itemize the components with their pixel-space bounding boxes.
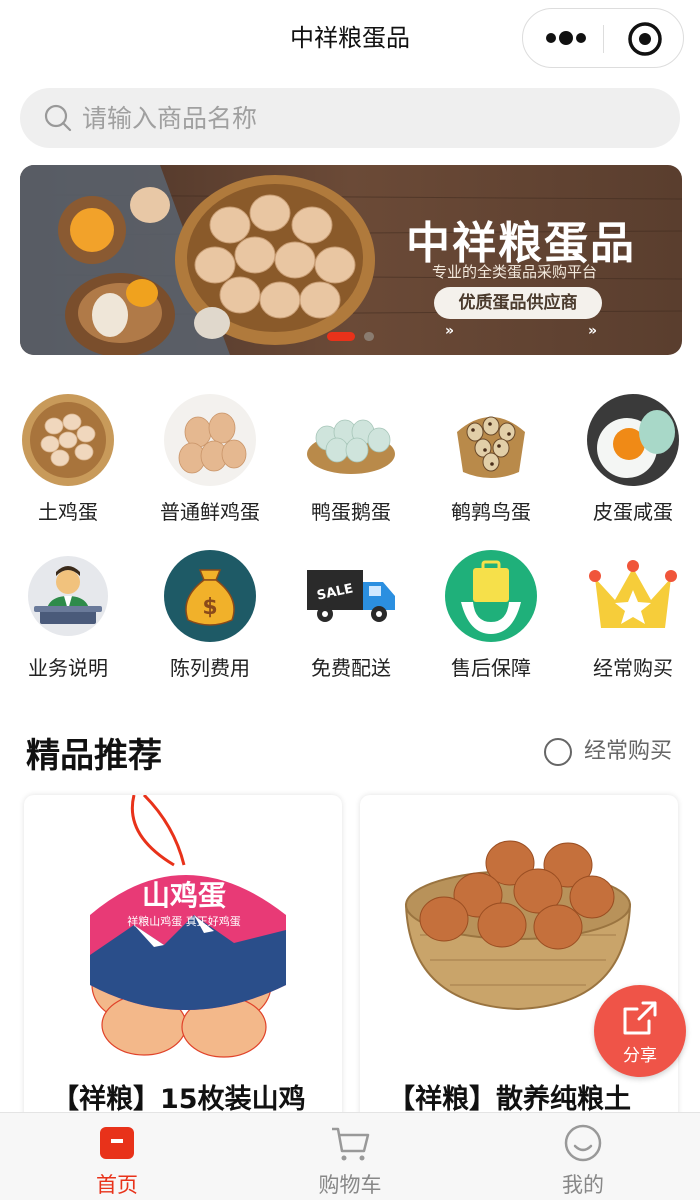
product-image: 山鸡蛋 祥粮山鸡蛋 真正好鸡蛋 (24, 795, 342, 1065)
category-label: 陈列费用 (170, 656, 250, 680)
mini-program-capsule (522, 8, 684, 68)
section-title: 精品推荐 (26, 736, 162, 776)
package-brand-text: 山鸡蛋 (142, 879, 226, 912)
category-quail-egg[interactable]: 鹌鹑鸟蛋 (421, 392, 561, 525)
duck-eggs-icon (303, 392, 399, 488)
package-sub-text: 祥粮山鸡蛋 真正好鸡蛋 (127, 914, 241, 928)
product-name: 【祥粮】散养纯粮土 (388, 1084, 631, 1115)
home-icon (97, 1123, 137, 1163)
delivery-truck-icon: SALE (303, 548, 399, 644)
cart-icon (330, 1123, 370, 1163)
close-target-icon[interactable] (625, 19, 665, 59)
tab-label: 我的 (562, 1173, 604, 1197)
category-label: 皮蛋咸蛋 (593, 500, 673, 524)
more-icon[interactable] (543, 23, 593, 53)
share-label: 分享 (623, 1046, 657, 1066)
nav-header: 中祥粮蛋品 (0, 0, 700, 80)
tab-me[interactable]: 我的 (466, 1113, 700, 1200)
category-label: 业务说明 (28, 656, 108, 680)
category-label: 鸭蛋鹅蛋 (311, 500, 391, 524)
category-duck-goose-egg[interactable]: 鸭蛋鹅蛋 (281, 392, 421, 525)
category-free-delivery[interactable]: SALE 免费配送 (281, 548, 421, 681)
product-card[interactable]: 山鸡蛋 祥粮山鸡蛋 真正好鸡蛋 【祥粮】15枚装山鸡 (24, 795, 342, 1125)
category-label: 鹌鹑鸟蛋 (451, 500, 531, 524)
category-fresh-egg[interactable]: 普通鲜鸡蛋 (140, 392, 280, 525)
tab-home[interactable]: 首页 (0, 1113, 234, 1200)
carousel-dot[interactable] (364, 332, 374, 341)
tab-cart[interactable]: 购物车 (233, 1113, 467, 1200)
category-label: 普通鲜鸡蛋 (160, 500, 260, 524)
radio-circle-icon[interactable] (544, 738, 572, 766)
capsule-divider (603, 25, 604, 53)
banner-carousel[interactable]: 中祥粮蛋品 专业的全类蛋品采购平台 优质蛋品供应商 » » (20, 165, 682, 355)
tab-label: 购物车 (318, 1173, 382, 1197)
crown-icon (585, 548, 681, 644)
eggs-in-nest-icon (20, 392, 116, 488)
fresh-eggs-icon (162, 392, 258, 488)
category-business-info[interactable]: 业务说明 (0, 548, 138, 681)
category-after-sales[interactable]: 售后保障 (421, 548, 561, 681)
search-bar[interactable] (20, 88, 680, 148)
money-bag-icon: $ (162, 548, 258, 644)
category-display-fee[interactable]: $ 陈列费用 (140, 548, 280, 681)
search-input[interactable] (82, 98, 662, 138)
category-frequent-buy[interactable]: 经常购买 (563, 548, 700, 681)
quail-eggs-icon (443, 392, 539, 488)
carousel-dot-active[interactable] (327, 332, 355, 341)
tab-bar: 首页 购物车 我的 (0, 1112, 700, 1200)
category-label: 免费配送 (311, 656, 391, 680)
banner-arrow-right-icon: » (588, 323, 598, 339)
banner-subtitle: 专业的全类蛋品采购平台 (432, 263, 598, 281)
category-label: 售后保障 (451, 656, 531, 680)
salted-egg-icon (585, 392, 681, 488)
service-agent-icon (20, 548, 116, 644)
category-tuji-egg[interactable]: 土鸡蛋 (0, 392, 138, 525)
product-name: 【祥粮】15枚装山鸡 (52, 1084, 306, 1115)
banner-pill: 优质蛋品供应商 (434, 287, 602, 319)
category-label: 土鸡蛋 (38, 500, 98, 524)
share-icon (623, 1001, 657, 1035)
svg-text:$: $ (202, 595, 217, 620)
banner-arrow-left-icon: » (445, 323, 455, 339)
frequent-buy-label: 经常购买 (584, 739, 673, 764)
share-button[interactable]: 分享 (594, 985, 686, 1077)
category-preserved-salted-egg[interactable]: 皮蛋咸蛋 (563, 392, 700, 525)
category-label: 经常购买 (593, 656, 673, 680)
tab-label: 首页 (96, 1173, 138, 1197)
after-sales-bag-icon (443, 548, 539, 644)
search-icon (44, 104, 72, 132)
smiley-icon (563, 1123, 603, 1163)
